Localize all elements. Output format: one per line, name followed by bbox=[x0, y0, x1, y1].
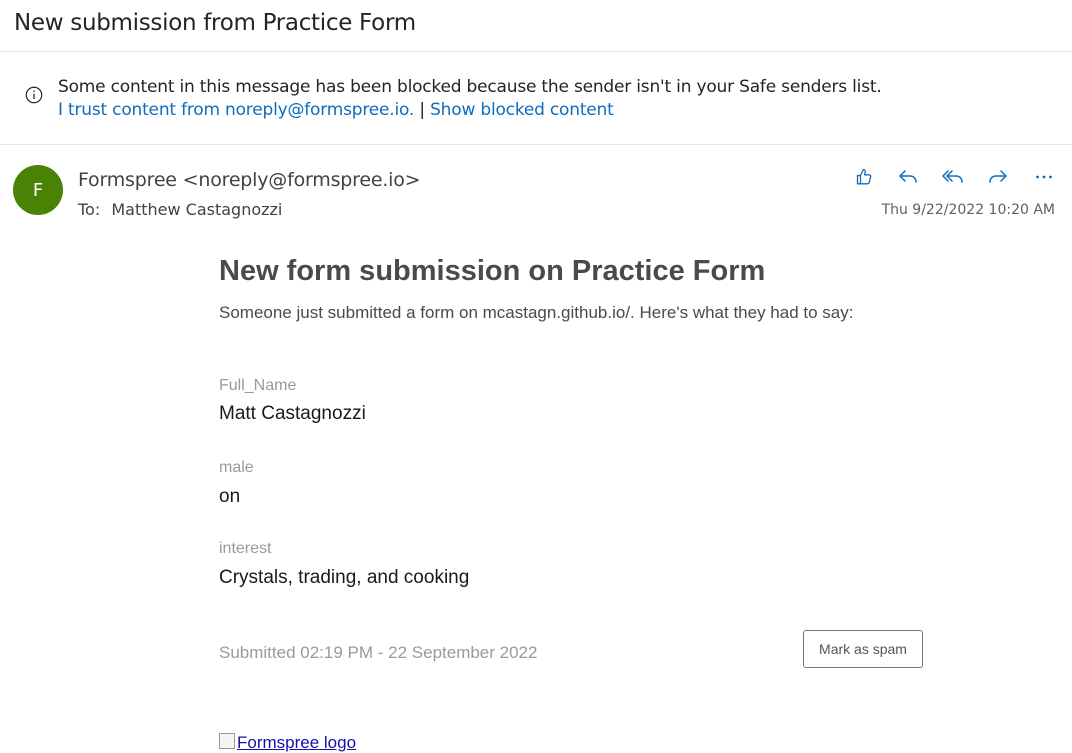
avatar-initial: F bbox=[32, 179, 44, 201]
reply-icon bbox=[899, 170, 917, 183]
email-heading: New form submission on Practice Form bbox=[219, 255, 766, 287]
mark-as-spam-button[interactable]: Mark as spam bbox=[803, 630, 923, 668]
blocked-content-message: Some content in this message has been bl… bbox=[58, 77, 882, 97]
banner-links: I trust content from noreply@formspree.i… bbox=[58, 100, 614, 120]
sender-name[interactable]: Formspree <noreply@formspree.io> bbox=[78, 169, 421, 191]
email-subject: New submission from Practice Form bbox=[14, 10, 416, 36]
info-icon bbox=[25, 86, 43, 104]
field-label: interest bbox=[219, 540, 272, 557]
field-value: on bbox=[219, 486, 241, 507]
reply-all-icon bbox=[942, 170, 963, 183]
forward-button[interactable] bbox=[984, 163, 1012, 191]
forward-icon bbox=[989, 170, 1007, 183]
recipient-line: To: Matthew Castagnozzi bbox=[78, 200, 282, 219]
sender-avatar[interactable]: F bbox=[13, 165, 63, 215]
reply-all-button[interactable] bbox=[939, 163, 967, 191]
show-blocked-content-link[interactable]: Show blocked content bbox=[430, 100, 614, 120]
like-button[interactable] bbox=[850, 163, 878, 191]
field-value: Crystals, trading, and cooking bbox=[219, 567, 470, 588]
divider bbox=[0, 144, 1072, 145]
reply-button[interactable] bbox=[894, 163, 922, 191]
field-label: Full_Name bbox=[219, 377, 297, 394]
to-label: To: bbox=[78, 200, 101, 219]
formspree-logo-link[interactable]: Formspree logo bbox=[219, 733, 356, 753]
submitted-timestamp: Submitted 02:19 PM - 22 September 2022 bbox=[219, 643, 538, 662]
more-icon bbox=[1036, 175, 1052, 179]
message-date: Thu 9/22/2022 10:20 AM bbox=[881, 202, 1055, 218]
like-icon bbox=[856, 168, 872, 185]
logo-alt-text: Formspree logo bbox=[237, 733, 357, 752]
broken-image-icon bbox=[219, 733, 235, 749]
divider bbox=[0, 51, 1072, 52]
link-separator: | bbox=[419, 100, 425, 120]
field-label: male bbox=[219, 459, 254, 476]
email-intro: Someone just submitted a form on mcastag… bbox=[219, 303, 854, 322]
trust-sender-link[interactable]: I trust content from noreply@formspree.i… bbox=[58, 100, 414, 120]
more-actions-button[interactable] bbox=[1030, 163, 1058, 191]
recipient-name[interactable]: Matthew Castagnozzi bbox=[111, 200, 282, 219]
field-value: Matt Castagnozzi bbox=[219, 403, 366, 424]
